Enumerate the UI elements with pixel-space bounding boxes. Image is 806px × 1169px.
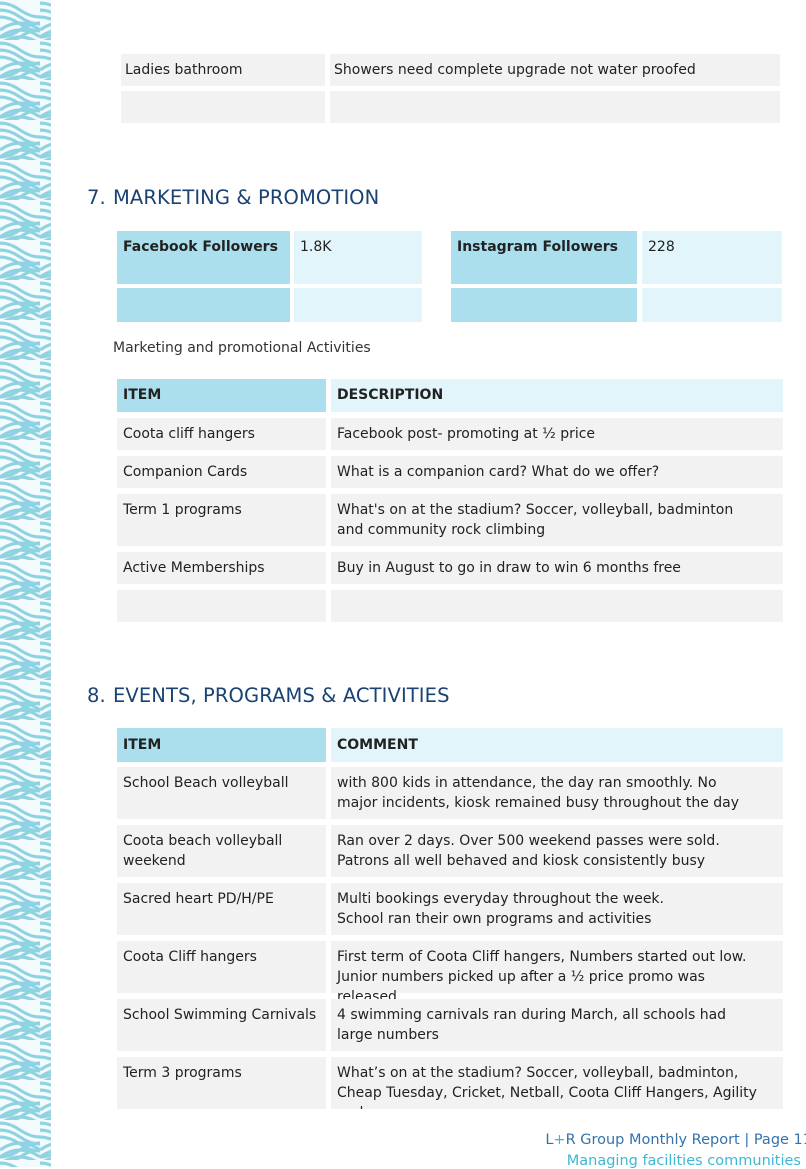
facebook-empty-label <box>117 288 290 322</box>
comment-line: Multi bookings everyday throughout the w… <box>337 891 664 907</box>
table-row-item: Coota Cliff hangers <box>117 941 326 993</box>
table-row-item: School Swimming Carnivals <box>117 999 326 1051</box>
table-header-description: DESCRIPTION <box>331 379 783 412</box>
table-row-comment: Multi bookings everyday throughout the w… <box>331 883 783 935</box>
instagram-followers-value: 228 <box>642 231 782 284</box>
footer-report-title: L+R Group Monthly Report | Page 11 <box>545 1132 806 1148</box>
table-row-comment: What’s on at the stadium? Soccer, volley… <box>331 1057 783 1109</box>
comment-line: School ran their own programs and activi… <box>337 911 652 927</box>
table-row-description: What's on at the stadium? Soccer, volley… <box>331 494 783 546</box>
facebook-empty-value <box>294 288 422 322</box>
instagram-followers-label: Instagram Followers <box>451 231 637 284</box>
table-row-comment: with 800 kids in attendance, the day ran… <box>331 767 783 819</box>
table-cell-item-empty <box>121 91 325 123</box>
table-row-comment: Ran over 2 days. Over 500 weekend passes… <box>331 825 783 877</box>
wave-pattern-icon <box>0 0 51 1167</box>
comment-line: Ran over 2 days. Over 500 weekend passes… <box>337 833 720 849</box>
section-heading-marketing: 7. MARKETING & PROMOTION <box>87 186 379 209</box>
section-heading-events: 8. EVENTS, PROGRAMS & ACTIVITIES <box>87 684 450 707</box>
table-row-description-empty <box>331 590 783 622</box>
brand-plus: + <box>553 1132 566 1148</box>
table-row-description: Facebook post- promoting at ½ price <box>331 418 783 450</box>
table-row-item-empty <box>117 590 326 622</box>
table-header-item: ITEM <box>117 379 326 412</box>
table-cell-comment-empty <box>330 91 780 123</box>
table-row-comment: 4 swimming carnivals ran during March, a… <box>331 999 783 1051</box>
table-cell-comment: Showers need complete upgrade not water … <box>330 54 780 86</box>
table-row-item: Coota cliff hangers <box>117 418 326 450</box>
section-number: 7. <box>87 186 106 209</box>
table-row-item: Coota beach volleyball weekend <box>117 825 326 877</box>
instagram-empty-value <box>642 288 782 322</box>
table-row-item: Companion Cards <box>117 456 326 488</box>
table-row-description: Buy in August to go in draw to win 6 mon… <box>331 552 783 584</box>
table-row-description: What is a companion card? What do we off… <box>331 456 783 488</box>
table-row-item: Sacred heart PD/H/PE <box>117 883 326 935</box>
table-row-item: Term 3 programs <box>117 1057 326 1109</box>
table-row-item: School Beach volleyball <box>117 767 326 819</box>
activities-caption: Marketing and promotional Activities <box>113 340 371 356</box>
table-row-comment: First term of Coota Cliff hangers, Numbe… <box>331 941 783 1005</box>
table-cell-item: Ladies bathroom <box>121 54 325 86</box>
table-row-item: Term 1 programs <box>117 494 326 546</box>
table-header-item: ITEM <box>117 728 326 762</box>
facebook-followers-value: 1.8K <box>294 231 422 284</box>
table-row-item: Active Memberships <box>117 552 326 584</box>
decorative-wave-border <box>0 0 51 1167</box>
section-title: EVENTS, PROGRAMS & ACTIVITIES <box>113 684 450 707</box>
comment-line: Patrons all well behaved and kiosk consi… <box>337 853 706 869</box>
table-header-comment: COMMENT <box>331 728 783 762</box>
facebook-followers-label: Facebook Followers <box>117 231 290 284</box>
section-title: MARKETING & PROMOTION <box>113 186 380 209</box>
section-number: 8. <box>87 684 106 707</box>
report-page-label: R Group Monthly Report | Page 11 <box>565 1132 806 1148</box>
instagram-empty-label <box>451 288 637 322</box>
